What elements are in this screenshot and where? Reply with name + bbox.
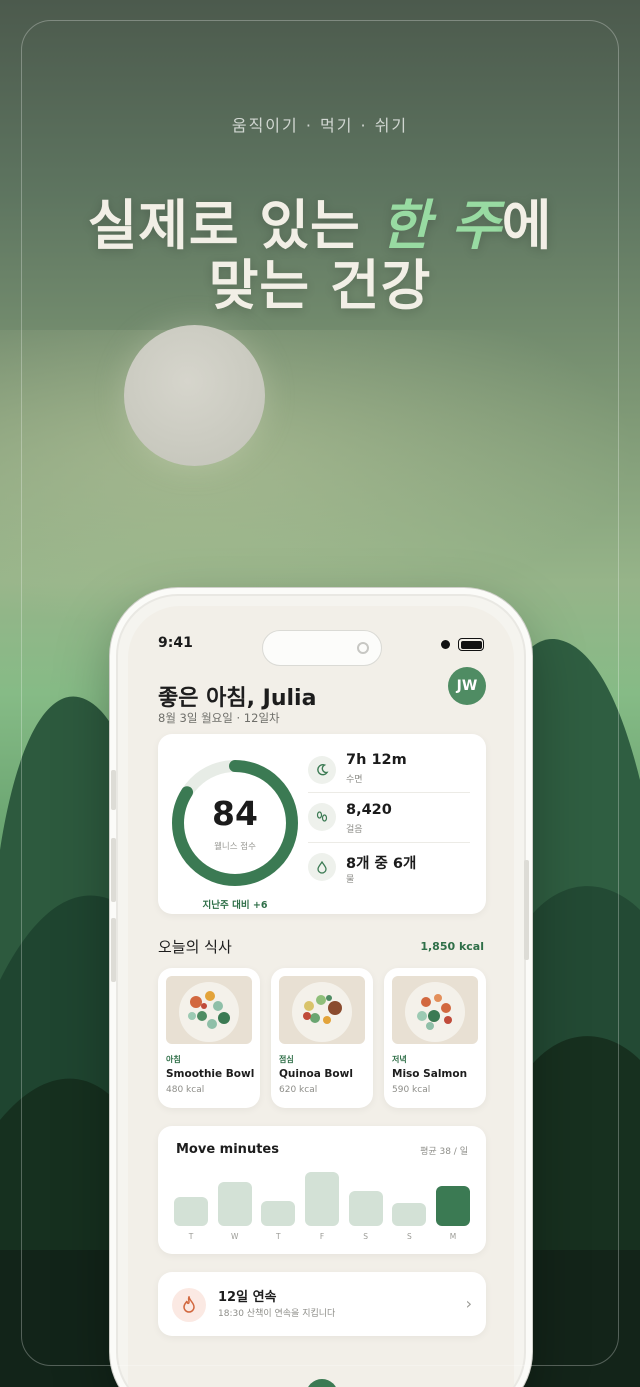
metric-value: 8개 중 6개: [346, 856, 417, 872]
metric-label: 수면: [346, 775, 363, 785]
wellness-score: 84: [212, 794, 258, 833]
app-screen: 9:41 좋은 아침, Julia 8월 3일 월요일 · 12일차 JW 84…: [128, 606, 514, 1387]
headline-line2: 맞는 건강: [208, 254, 432, 317]
move-bar: [261, 1201, 296, 1226]
move-bar-label: S: [363, 1232, 369, 1241]
meal-card-breakfast[interactable]: 아침 Smoothie Bowl 480 kcal: [158, 968, 260, 1108]
meal-kcal: 620 kcal: [279, 1085, 318, 1095]
meal-name: Miso Salmon: [392, 1068, 468, 1080]
date-label: 8월 3일 월요일 · 12일차: [158, 711, 280, 725]
metric-steps: 8,420 걸음: [308, 792, 470, 838]
streak-subtitle: 18:30 산책이 연속을 지킵니다: [218, 1309, 336, 1319]
meal-photo: [166, 976, 252, 1044]
move-bar-label: T: [188, 1232, 194, 1241]
meal-photo: [279, 976, 365, 1044]
status-time: 9:41: [158, 635, 193, 651]
metric-water: 8개 중 6개 물: [308, 842, 470, 888]
move-bar-chart: [174, 1166, 470, 1226]
move-bar-label: W: [230, 1232, 239, 1241]
move-bar-label: F: [319, 1232, 325, 1241]
meal-kcal: 480 kcal: [166, 1085, 205, 1095]
meals-title: 오늘의 식사: [158, 938, 232, 956]
meal-photo: [392, 976, 478, 1044]
metric-label: 물: [346, 875, 355, 885]
phone-side-button: [111, 918, 116, 982]
meal-type: 아침: [166, 1055, 181, 1064]
move-bar-label: T: [276, 1232, 281, 1241]
meal-kcal: 590 kcal: [392, 1085, 431, 1095]
headline-part2: 에: [501, 194, 553, 257]
meal-type: 점심: [279, 1055, 294, 1064]
move-bar: [436, 1186, 470, 1226]
headline-part1: 실제로 있는: [87, 194, 381, 257]
water-drop-icon: [308, 853, 336, 881]
meal-card-dinner[interactable]: 저녁 Miso Salmon 590 kcal: [384, 968, 486, 1108]
camera-lens-icon: [357, 642, 369, 654]
meal-name: Quinoa Bowl: [279, 1068, 353, 1080]
dynamic-island: [262, 630, 382, 666]
move-bar-label: S: [406, 1232, 412, 1241]
tagline: 움직이기 · 먹기 · 쉬기: [231, 116, 409, 135]
move-minutes-card[interactable]: Move minutes 평균 38 / 일 T W T F S S M: [158, 1126, 486, 1254]
meal-card-lunch[interactable]: 점심 Quinoa Bowl 620 kcal: [271, 968, 373, 1108]
move-bar: [392, 1203, 427, 1226]
metric-value: 7h 12m: [346, 752, 407, 768]
metric-value: 8,420: [346, 802, 392, 818]
move-bar: [217, 1182, 252, 1226]
move-bar: [348, 1191, 383, 1226]
metric-label: 걸음: [346, 825, 363, 835]
phone-side-button: [111, 838, 116, 902]
move-average: 평균 38 / 일: [420, 1147, 468, 1157]
wellness-delta: 지난주 대비 +6: [202, 900, 268, 911]
status-indicators: [441, 638, 484, 651]
avatar[interactable]: JW: [448, 667, 486, 705]
move-bar: [174, 1197, 208, 1226]
meal-type: 저녁: [392, 1055, 407, 1064]
wellness-score-label: 웰니스 점수: [214, 842, 256, 852]
battery-icon: [458, 638, 484, 651]
phone-power-button: [524, 860, 529, 960]
move-bar-label: M: [449, 1232, 457, 1241]
sun-illustration: [124, 325, 265, 466]
move-bar: [305, 1172, 339, 1226]
streak-title: 12일 연속: [218, 1290, 277, 1305]
wellness-card[interactable]: 84 웰니스 점수 지난주 대비 +6 7h 12m 수면 8,420 걸음 8…: [158, 734, 486, 914]
greeting: 좋은 아침, Julia: [158, 686, 317, 711]
chevron-right-icon[interactable]: ›: [466, 1294, 472, 1313]
meal-name: Smoothie Bowl: [166, 1068, 255, 1080]
streak-card[interactable]: 12일 연속 18:30 산책이 연속을 지킵니다 ›: [158, 1272, 486, 1336]
home-button[interactable]: [306, 1379, 338, 1387]
flame-icon: [172, 1288, 206, 1322]
headline: 실제로 있는 한 주에 맞는 건강: [0, 196, 640, 316]
headline-accent: 한 주: [380, 194, 502, 257]
move-title: Move minutes: [176, 1142, 279, 1157]
phone-side-button: [111, 770, 116, 810]
footsteps-icon: [308, 803, 336, 831]
signal-dot-icon: [441, 640, 450, 649]
moon-icon: [308, 756, 336, 784]
sky-haze: [0, 330, 640, 630]
phone-mockup: 9:41 좋은 아침, Julia 8월 3일 월요일 · 12일차 JW 84…: [116, 594, 526, 1387]
meals-total-kcal: 1,850 kcal: [420, 940, 484, 953]
